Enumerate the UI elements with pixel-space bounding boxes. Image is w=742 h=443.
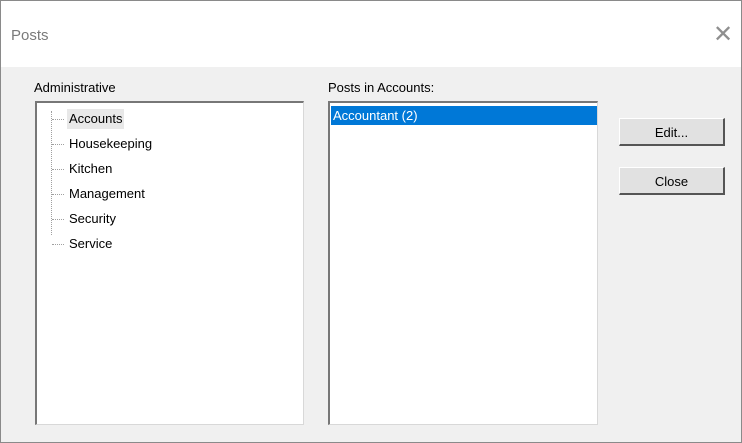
close-button[interactable]: Close: [619, 167, 725, 195]
posts-list-label: Posts in Accounts:: [328, 80, 435, 95]
posts-dialog: Posts ✕ Administrative Posts in Accounts…: [0, 0, 742, 443]
tree-branch-line: [52, 144, 64, 145]
tree-branch-line: [52, 169, 64, 170]
tree-connector-line: [51, 111, 52, 235]
tree-item-label: Accounts: [67, 109, 125, 129]
tree-item-label: Security: [69, 211, 116, 226]
tree-item-label: Housekeeping: [69, 136, 153, 151]
tree-item-label: Service: [69, 236, 113, 251]
posts-list[interactable]: Accountant (2): [328, 101, 598, 425]
tree-branch-line: [52, 194, 64, 195]
tree-item-label: Management: [69, 186, 145, 201]
administrative-label: Administrative: [34, 80, 116, 95]
tree-branch-line: [52, 119, 64, 120]
window-title: Posts: [11, 27, 49, 44]
close-icon[interactable]: ✕: [711, 23, 735, 47]
list-item-accountant[interactable]: Accountant (2): [331, 106, 597, 125]
tree-item-label: Kitchen: [69, 161, 113, 176]
tree-branch-line: [52, 219, 64, 220]
edit-button[interactable]: Edit...: [619, 118, 725, 146]
department-tree[interactable]: Accounts Housekeeping Kitchen Management…: [35, 101, 304, 425]
title-bar: Posts ✕: [1, 1, 741, 67]
tree-branch-line: [52, 244, 64, 245]
